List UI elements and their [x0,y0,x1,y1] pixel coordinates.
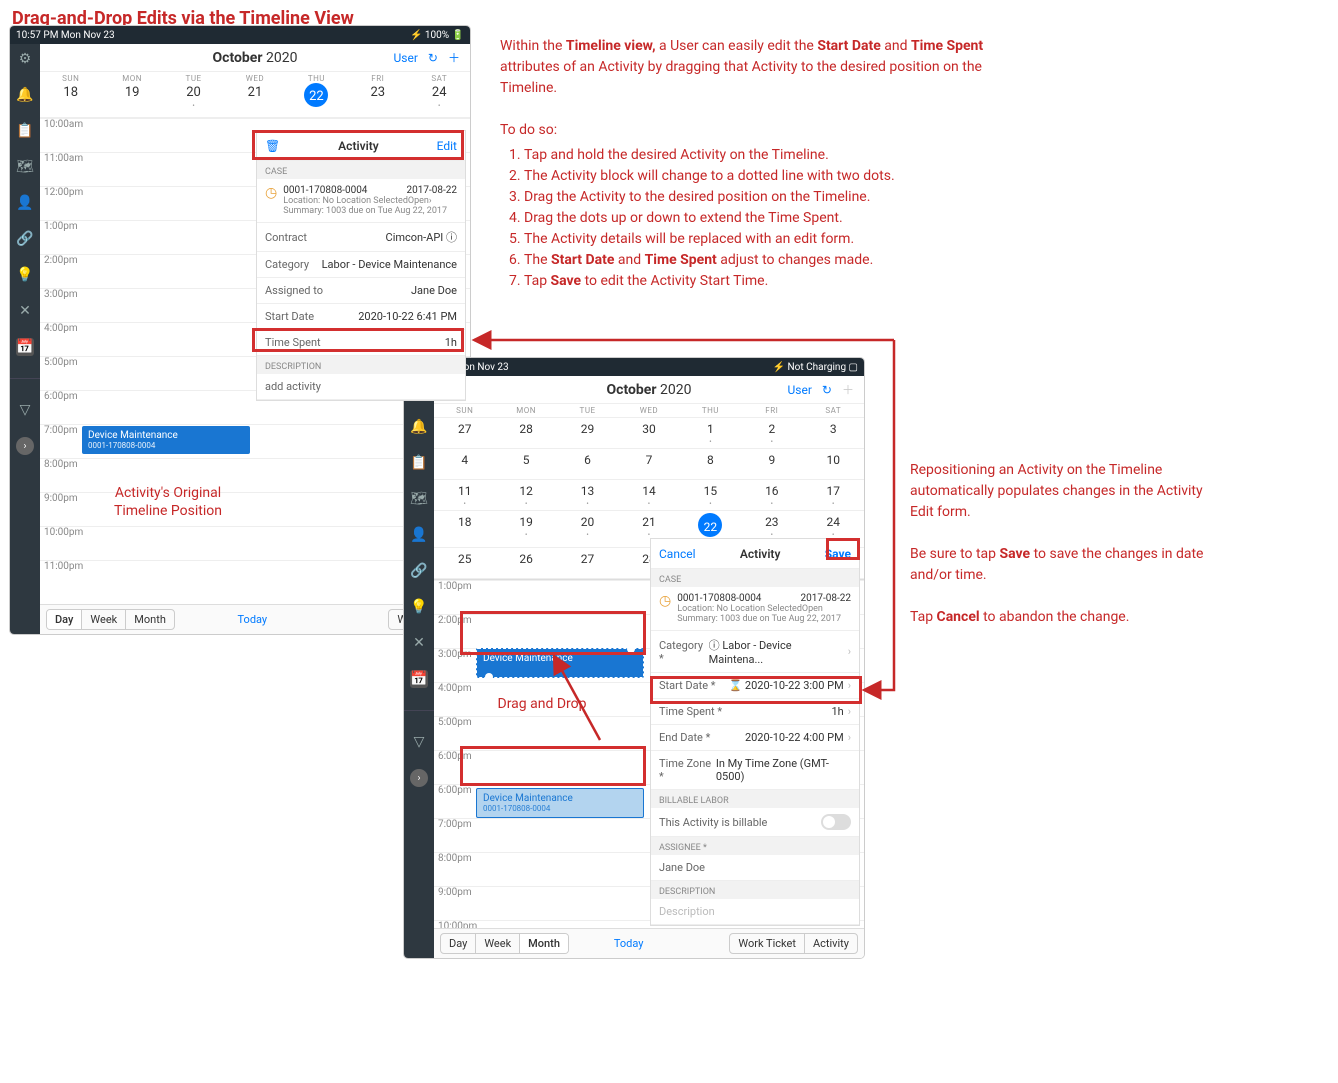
expand-icon[interactable]: › [16,437,34,455]
steps-list: Tap and hold the desired Activity on the… [524,145,1020,292]
link-icon[interactable]: 🔗 [410,562,428,580]
activity-block[interactable]: Device Maintenance 0001-170808-0004 [82,426,250,454]
tools-icon[interactable]: ✕ [16,302,34,320]
calendar-header: October 2020 User ↻ ＋ [40,44,470,72]
instructions: Within the Timeline view, a User can eas… [500,36,1020,292]
callout-drag-drop: Drag and Drop [492,695,592,713]
panel-title: Activity [338,139,379,153]
save-button[interactable]: Save [825,547,851,561]
activity-edit-panel: Cancel Activity Save CASE ◷ 0001-170808-… [650,538,860,926]
view-segment[interactable]: Day Week Month [46,609,175,630]
case-block[interactable]: ◷ 0001-170808-00042017-08-22 Location: N… [257,179,465,223]
tools-icon[interactable]: ✕ [410,634,428,652]
edit-button[interactable]: Edit [437,139,457,153]
side-callout: Repositioning an Activity on the Timelin… [910,460,1210,628]
start-date-row: Start Date2020-10-22 6:41 PM [257,304,465,330]
billable-toggle[interactable] [821,814,851,830]
user-icon[interactable]: 👤 [16,194,34,212]
case-block[interactable]: ◷ 0001-170808-00042017-08-22 Location: N… [651,587,859,631]
refresh-icon[interactable]: ↻ [822,383,832,397]
calendar-icon[interactable]: 📅 [16,338,34,356]
bell-icon[interactable]: 🔔 [16,86,34,104]
link-icon[interactable]: 🔗 [16,230,34,248]
left-nav: ⚙ 🔔 📋 🗺 👤 🔗 💡 ✕ 📅 ▽ › [10,44,40,634]
add-icon[interactable]: ＋ [448,49,460,66]
device-screenshot-2: 10:35 PM Mon Nov 23 ⚡ Not Charging ▢ ⚙ 🔔… [404,358,864,958]
today-button[interactable]: Today [238,613,268,626]
map-icon[interactable]: 🗺 [16,158,34,176]
bulb-icon[interactable]: 💡 [16,266,34,284]
clock-icon: ◷ [659,593,671,624]
week-header: SUN18 MON19 TUE20• WED21 THU22 FRI23 SAT… [40,72,470,118]
panel-title: Activity [740,547,781,561]
activity-block-original[interactable]: Device Maintenance 0001-170808-0004 [476,788,644,818]
activity-block-dragging[interactable]: Device Maintenance [476,648,644,678]
map-icon[interactable]: 🗺 [410,490,428,508]
clipboard-icon[interactable]: 📋 [16,122,34,140]
clock-icon: ◷ [265,185,277,216]
start-date-row[interactable]: Start Date *⌛ 2020-10-22 3:00 PM› [651,673,859,699]
filter-icon[interactable]: ▽ [16,401,34,419]
view-segment[interactable]: Day Week Month [440,933,569,954]
status-bar: 10:35 PM Mon Nov 23 ⚡ Not Charging ▢ [404,358,864,376]
user-icon[interactable]: 👤 [410,526,428,544]
user-button[interactable]: User [788,383,812,397]
callout-original-pos: Activity's Original Timeline Position [88,484,248,520]
left-nav: ⚙ 🔔 📋 🗺 👤 🔗 💡 ✕ 📅 ▽ › [404,376,434,958]
user-button[interactable]: User [394,51,418,65]
bell-icon[interactable]: 🔔 [410,418,428,436]
trash-icon[interactable]: 🗑 [265,139,280,153]
filter-icon[interactable]: ▽ [410,733,428,751]
bulb-icon[interactable]: 💡 [410,598,428,616]
description-input[interactable]: Description [659,905,715,918]
right-segment[interactable]: Work Ticket Activity [729,933,858,954]
cancel-button[interactable]: Cancel [659,547,696,561]
activity-panel: 🗑 Activity Edit CASE ◷ 0001-170808-00042… [256,130,466,401]
device-screenshot-1: 10:57 PM Mon Nov 23 ⚡ 100% 🔋 ⚙ 🔔 📋 🗺 👤 🔗… [10,26,470,634]
calendar-icon[interactable]: 📅 [410,670,428,688]
calendar-header: October 2020 User ↻ ＋ [434,376,864,404]
expand-icon[interactable]: › [410,769,428,787]
status-bar: 10:57 PM Mon Nov 23 ⚡ 100% 🔋 [10,26,470,44]
gear-icon[interactable]: ⚙ [16,50,34,68]
refresh-icon[interactable]: ↻ [428,51,438,65]
today-button[interactable]: Today [614,937,644,950]
add-icon[interactable]: ＋ [842,381,854,398]
clipboard-icon[interactable]: 📋 [410,454,428,472]
bottom-bar: Day Week Month Today Work Ticket Activit… [434,928,864,958]
